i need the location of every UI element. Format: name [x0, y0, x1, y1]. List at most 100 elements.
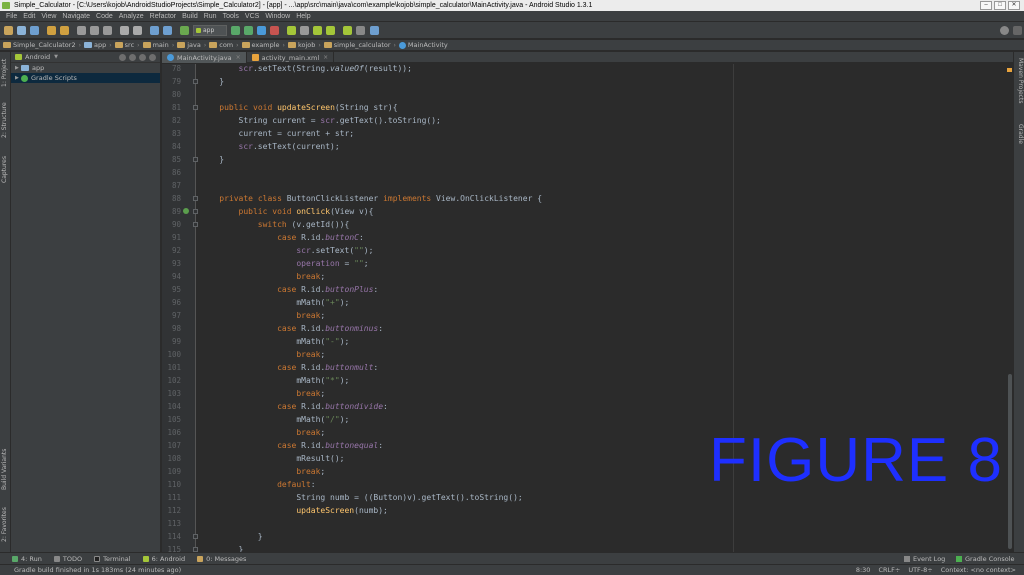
undo-icon[interactable]: [47, 26, 56, 35]
menu-item-code[interactable]: Code: [93, 11, 116, 21]
paste-icon[interactable]: [103, 26, 112, 35]
code-line[interactable]: 91 case R.id.buttonC:: [162, 231, 1002, 244]
close-tab-icon[interactable]: ×: [323, 54, 328, 61]
minimize-button[interactable]: –: [980, 1, 992, 10]
tab-project[interactable]: 1: Project: [1, 56, 10, 90]
code-line[interactable]: 98 case R.id.buttonminus:: [162, 322, 1002, 335]
run-tool-button[interactable]: 4: Run: [12, 555, 42, 563]
breadcrumb-item[interactable]: MainActivity: [398, 41, 448, 49]
menu-item-run[interactable]: Run: [201, 11, 220, 21]
maximize-button[interactable]: □: [994, 1, 1006, 10]
override-gutter-icon[interactable]: [183, 208, 189, 214]
copy-icon[interactable]: [90, 26, 99, 35]
debug-icon[interactable]: [244, 26, 253, 35]
menu-item-file[interactable]: File: [3, 11, 20, 21]
back-icon[interactable]: [150, 26, 159, 35]
fold-marker-icon[interactable]: [193, 157, 198, 162]
fold-marker-icon[interactable]: [193, 209, 198, 214]
terminal-tool-button[interactable]: Terminal: [94, 555, 131, 563]
scroll-from-source-icon[interactable]: [119, 54, 126, 61]
menu-item-build[interactable]: Build: [179, 11, 201, 21]
tab-gradle[interactable]: Gradle: [1015, 124, 1024, 152]
menu-item-edit[interactable]: Edit: [20, 11, 38, 21]
code-line[interactable]: 86: [162, 166, 1002, 179]
code-line[interactable]: 112 updateScreen(numb);: [162, 504, 1002, 517]
code-line[interactable]: 82 String current = scr.getText().toStri…: [162, 114, 1002, 127]
android-tool-button[interactable]: 6: Android: [142, 555, 185, 563]
redo-icon[interactable]: [60, 26, 69, 35]
tree-item[interactable]: ▶ app: [11, 63, 160, 73]
run-icon[interactable]: [231, 26, 240, 35]
breadcrumb-item[interactable]: example ›: [241, 41, 285, 49]
sync-icon[interactable]: [30, 26, 39, 35]
code-line[interactable]: 80: [162, 88, 1002, 101]
android-monitor-icon[interactable]: [287, 26, 296, 35]
code-line[interactable]: 85 }: [162, 153, 1002, 166]
tree-item[interactable]: ▶ Gradle Scripts: [11, 73, 160, 83]
file-encoding[interactable]: UTF-8÷: [908, 565, 932, 575]
code-line[interactable]: 104 case R.id.buttondivide:: [162, 400, 1002, 413]
menu-item-window[interactable]: Window: [262, 11, 293, 21]
menu-item-refactor[interactable]: Refactor: [147, 11, 179, 21]
code-line[interactable]: 96 mMath("+");: [162, 296, 1002, 309]
code-line[interactable]: 114 }: [162, 530, 1002, 543]
close-button[interactable]: ✕: [1008, 1, 1020, 10]
code-line[interactable]: 103 break;: [162, 387, 1002, 400]
code-line[interactable]: 90 switch (v.getId()){: [162, 218, 1002, 231]
gear-icon[interactable]: [139, 54, 146, 61]
close-tab-icon[interactable]: ×: [236, 54, 241, 61]
editor-tab[interactable]: MainActivity.java ×: [162, 52, 247, 63]
breadcrumb-item[interactable]: simple_calculator ›: [323, 41, 396, 49]
tab-structure[interactable]: 2: Structure: [1, 100, 10, 140]
code-line[interactable]: 94 break;: [162, 270, 1002, 283]
fold-marker-icon[interactable]: [193, 222, 198, 227]
code-line[interactable]: 115 }: [162, 543, 1002, 552]
fold-marker-icon[interactable]: [193, 534, 198, 539]
sdk-icon[interactable]: [356, 26, 365, 35]
sdk-manager-icon[interactable]: [313, 26, 322, 35]
collapse-all-icon[interactable]: [129, 54, 136, 61]
line-separator[interactable]: CRLF÷: [878, 565, 900, 575]
code-line[interactable]: 83 current = current + str;: [162, 127, 1002, 140]
tab-captures[interactable]: Captures: [1, 152, 10, 188]
breadcrumb-item[interactable]: main ›: [142, 41, 174, 49]
cut-icon[interactable]: [77, 26, 86, 35]
editor-tab[interactable]: activity_main.xml ×: [247, 52, 335, 63]
fold-marker-icon[interactable]: [193, 196, 198, 201]
forward-icon[interactable]: [163, 26, 172, 35]
caret-position[interactable]: 8:30: [856, 565, 871, 575]
tab-favorites[interactable]: 2: Favorites: [1, 502, 10, 547]
code-line[interactable]: 92 scr.setText("");: [162, 244, 1002, 257]
breadcrumb-item[interactable]: com ›: [209, 41, 239, 49]
menu-item-help[interactable]: Help: [293, 11, 313, 21]
stop-icon[interactable]: [270, 26, 279, 35]
menu-item-analyze[interactable]: Analyze: [116, 11, 147, 21]
editor-scrollbar[interactable]: [1005, 64, 1013, 552]
code-line[interactable]: 105 mMath("/");: [162, 413, 1002, 426]
avd-manager-icon[interactable]: [326, 26, 335, 35]
open-folder-icon[interactable]: [4, 26, 13, 35]
breadcrumb-item[interactable]: kojob ›: [287, 41, 321, 49]
fold-marker-icon[interactable]: [193, 105, 198, 110]
breadcrumb-item[interactable]: Simple_Calculator2 ›: [3, 41, 81, 49]
android-device-icon[interactable]: [343, 26, 352, 35]
code-line[interactable]: 84 scr.setText(current);: [162, 140, 1002, 153]
menu-item-navigate[interactable]: Navigate: [59, 11, 93, 21]
code-line[interactable]: 101 case R.id.buttonmult:: [162, 361, 1002, 374]
gradle-console-button[interactable]: Gradle Console: [956, 555, 1015, 563]
hide-panel-icon[interactable]: [149, 54, 156, 61]
code-line[interactable]: 88 private class ButtonClickListener imp…: [162, 192, 1002, 205]
settings-icon[interactable]: [1013, 26, 1022, 35]
code-line[interactable]: 113: [162, 517, 1002, 530]
todo-tool-button[interactable]: TODO: [53, 555, 82, 563]
breadcrumb-item[interactable]: src ›: [114, 41, 140, 49]
save-all-icon[interactable]: [17, 26, 26, 35]
context-indicator[interactable]: Context: <no context>: [941, 565, 1016, 575]
menu-item-tools[interactable]: Tools: [220, 11, 242, 21]
code-line[interactable]: 79 }: [162, 75, 1002, 88]
menu-item-vcs[interactable]: VCS: [242, 11, 262, 21]
code-line[interactable]: 99 mMath("-");: [162, 335, 1002, 348]
find-icon[interactable]: [120, 26, 129, 35]
code-line[interactable]: 97 break;: [162, 309, 1002, 322]
code-line[interactable]: 81 public void updateScreen(String str){: [162, 101, 1002, 114]
